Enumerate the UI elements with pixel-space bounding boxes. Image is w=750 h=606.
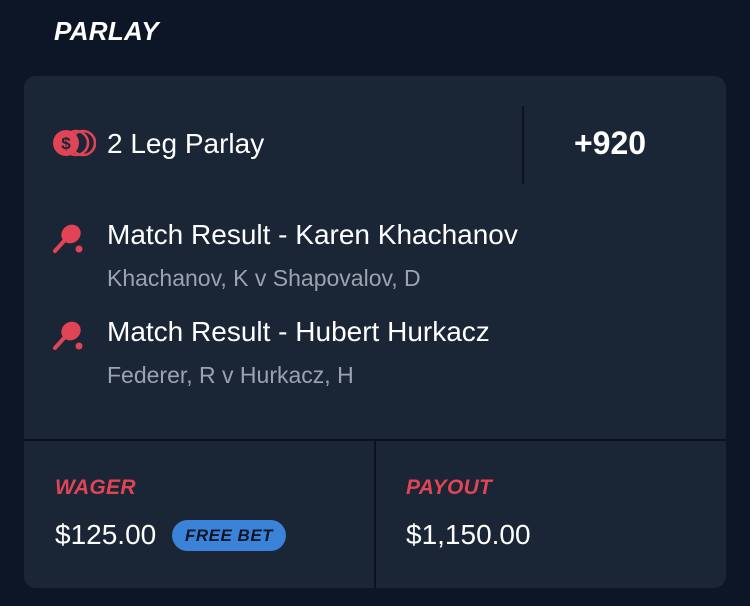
parlay-summary: $ 2 Leg Parlay +920	[24, 76, 726, 212]
tennis-racket-icon	[52, 222, 84, 254]
payout-amount: $1,150.00	[406, 519, 531, 550]
parlay-name: 2 Leg Parlay	[107, 128, 265, 159]
tennis-racket-icon	[52, 319, 84, 351]
wager-label: WAGER	[55, 476, 136, 499]
leg-matchup: Khachanov, K v Shapovalov, D	[107, 265, 421, 291]
parlay-odds: +920	[573, 125, 647, 161]
divider	[374, 441, 376, 588]
wager-amount: $125.00	[55, 519, 157, 550]
parlay-card[interactable]: $ 2 Leg Parlay +920 Match Result - Karen…	[24, 76, 726, 588]
leg-title: Match Result - Karen Khachanov	[107, 219, 518, 250]
parlay-leg: Match Result - Karen Khachanov Khachanov…	[24, 218, 726, 298]
svg-text:$: $	[61, 134, 71, 153]
leg-title: Match Result - Hubert Hurkacz	[107, 316, 490, 347]
parlay-leg: Match Result - Hubert Hurkacz Federer, R…	[24, 315, 726, 395]
payout-label: PAYOUT	[406, 476, 493, 499]
free-bet-badge: FREE BET	[172, 520, 287, 551]
leg-matchup: Federer, R v Hurkacz, H	[107, 362, 354, 388]
page-title: PARLAY	[54, 16, 159, 46]
coin-stack-icon: $	[52, 128, 97, 158]
